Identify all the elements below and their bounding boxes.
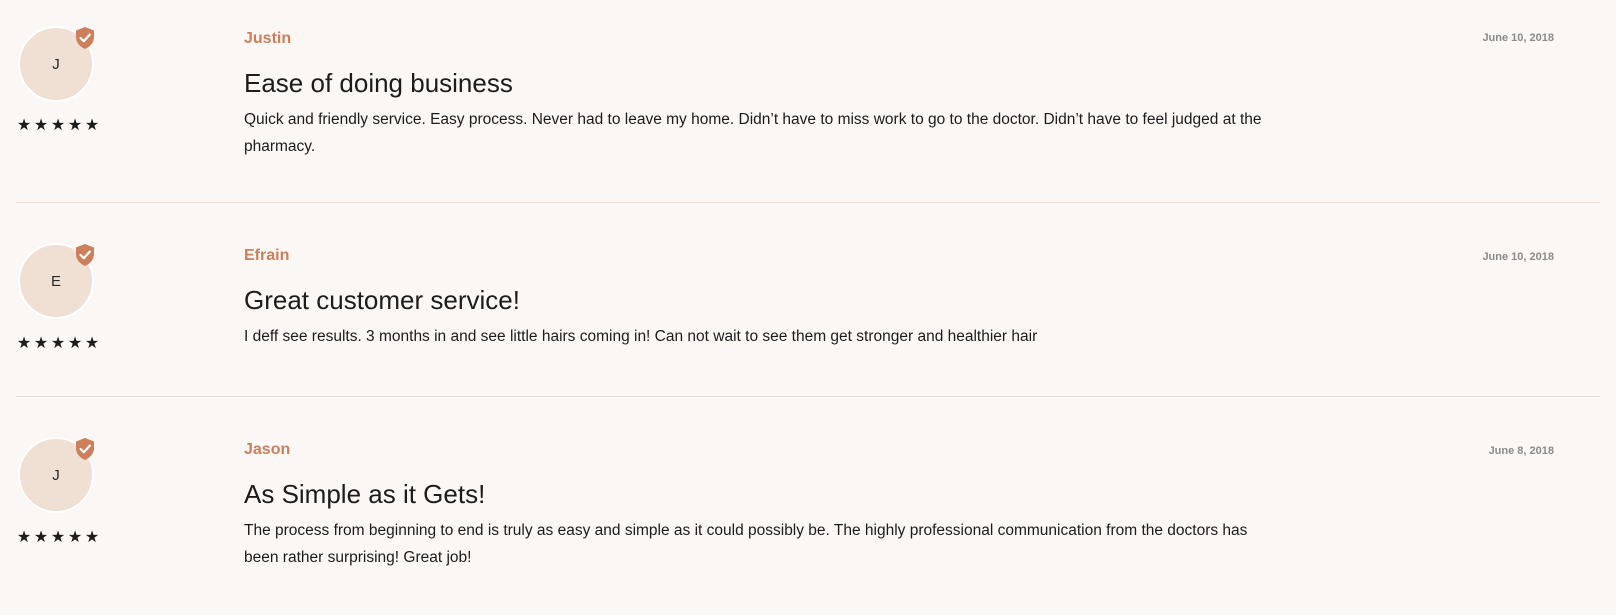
review-body: The process from beginning to end is tru…: [244, 522, 1248, 566]
star-icon: ★: [16, 335, 32, 352]
star-icon: ★: [84, 117, 100, 134]
star-rating: ★ ★ ★ ★ ★: [16, 118, 100, 134]
verified-shield-icon: [76, 244, 94, 266]
avatar: J: [18, 437, 94, 513]
star-icon: ★: [50, 529, 66, 546]
star-icon: ★: [33, 529, 49, 546]
star-icon: ★: [84, 335, 100, 352]
star-icon: ★: [50, 117, 66, 134]
star-rating: ★ ★ ★ ★ ★: [16, 530, 100, 546]
avatar: E: [18, 243, 94, 319]
review-title: Ease of doing business: [244, 68, 513, 98]
star-rating: ★ ★ ★ ★ ★: [16, 336, 100, 352]
review-content: Jason As Simple as it Gets! The process …: [244, 439, 1284, 571]
star-icon: ★: [50, 335, 66, 352]
review-date: June 8, 2018: [1488, 445, 1554, 457]
reviewer-name: Justin: [244, 30, 292, 47]
verified-shield-icon: [76, 27, 94, 49]
star-icon: ★: [33, 335, 49, 352]
review-date: June 10, 2018: [1482, 32, 1554, 44]
review-title: Great customer service!: [244, 285, 520, 315]
star-icon: ★: [67, 335, 83, 352]
review-date: June 10, 2018: [1482, 251, 1554, 263]
review-body: I deff see results. 3 months in and see …: [244, 328, 1038, 345]
review-content: Justin Ease of doing business Quick and …: [244, 28, 1284, 160]
review-item: J ★ ★ ★ ★ ★ Jason As Simple as it Gets! …: [16, 396, 1600, 615]
star-icon: ★: [67, 529, 83, 546]
star-icon: ★: [84, 529, 100, 546]
review-item: J ★ ★ ★ ★ ★ Justin Ease of doing busines…: [0, 0, 1616, 202]
verified-shield-icon: [76, 438, 94, 460]
review-item: E ★ ★ ★ ★ ★ Efrain Great customer servic…: [16, 202, 1600, 396]
star-icon: ★: [16, 117, 32, 134]
review-content: Efrain Great customer service! I deff se…: [244, 245, 1284, 350]
avatar: J: [18, 26, 94, 102]
star-icon: ★: [67, 117, 83, 134]
star-icon: ★: [16, 529, 32, 546]
reviewer-name: Efrain: [244, 247, 290, 264]
reviewer-name: Jason: [244, 441, 291, 458]
star-icon: ★: [33, 117, 49, 134]
review-title: As Simple as it Gets!: [244, 479, 486, 509]
reviews-list: J ★ ★ ★ ★ ★ Justin Ease of doing busines…: [0, 0, 1616, 615]
review-body: Quick and friendly service. Easy process…: [244, 111, 1262, 155]
